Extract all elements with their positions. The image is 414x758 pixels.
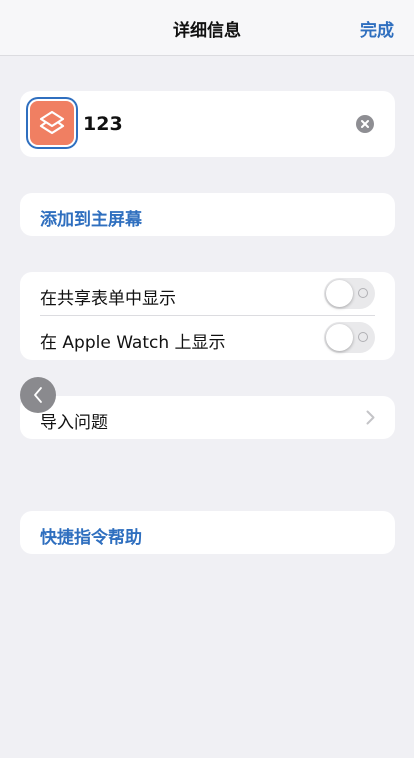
shortcuts-help-label: 快捷指令帮助 bbox=[40, 528, 142, 548]
chevron-right-icon bbox=[366, 410, 375, 429]
clear-icon[interactable] bbox=[356, 115, 374, 133]
add-to-home-screen-button[interactable]: 添加到主屏幕 bbox=[20, 193, 395, 236]
shortcuts-help-button[interactable]: 快捷指令帮助 bbox=[20, 511, 395, 554]
show-in-share-sheet-toggle[interactable] bbox=[324, 278, 375, 309]
show-on-apple-watch-toggle[interactable] bbox=[324, 322, 375, 353]
shortcuts-layers-icon[interactable] bbox=[30, 101, 74, 145]
toggle-off-icon bbox=[358, 288, 368, 298]
navigation-bar: 详细信息 完成 bbox=[0, 0, 414, 56]
show-on-apple-watch-label: 在 Apple Watch 上显示 bbox=[40, 333, 226, 353]
shortcut-name-field[interactable]: 123 bbox=[83, 113, 123, 135]
import-questions-row[interactable]: 导入问题 bbox=[20, 396, 395, 439]
toggle-knob bbox=[326, 280, 353, 307]
add-to-home-screen-label: 添加到主屏幕 bbox=[40, 210, 142, 230]
done-button[interactable]: 完成 bbox=[360, 16, 394, 41]
divider bbox=[40, 315, 375, 316]
floating-back-button[interactable] bbox=[20, 377, 56, 413]
toggle-off-icon bbox=[358, 332, 368, 342]
shortcut-name-card: 123 bbox=[20, 91, 395, 157]
show-in-share-sheet-label: 在共享表单中显示 bbox=[40, 289, 176, 309]
import-questions-label: 导入问题 bbox=[40, 413, 108, 433]
display-options-card: 在共享表单中显示 在 Apple Watch 上显示 bbox=[20, 272, 395, 360]
toggle-knob bbox=[326, 324, 353, 351]
page-title: 详细信息 bbox=[173, 21, 241, 41]
chevron-left-icon bbox=[34, 387, 42, 403]
